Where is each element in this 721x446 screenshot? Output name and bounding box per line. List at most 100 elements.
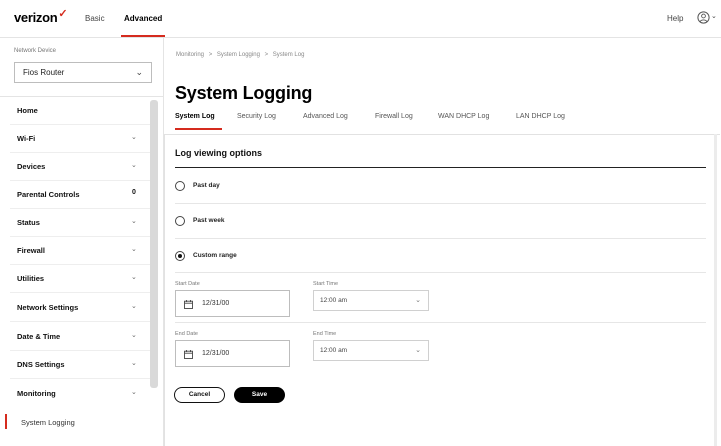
divider <box>175 167 706 168</box>
sidebar-item-label: Monitoring <box>17 389 56 398</box>
chevron-down-icon: ⌄ <box>131 332 137 339</box>
sidebar-item-label: DNS Settings <box>17 360 65 369</box>
sidebar-item-label: Utilities <box>17 274 45 283</box>
breadcrumb-separator: > <box>264 52 269 58</box>
sidebar-item-label: Home <box>17 106 38 115</box>
active-item-marker <box>5 414 7 429</box>
section-title: Log viewing options <box>175 148 262 158</box>
option-custom-range[interactable]: Custom range <box>175 239 706 273</box>
breadcrumb: Monitoring > System Logging > System Log <box>176 52 307 58</box>
tab-firewall-log[interactable]: Firewall Log <box>375 113 413 120</box>
divider <box>10 321 150 322</box>
chevron-down-icon: ⌄ <box>131 360 137 367</box>
active-tab-indicator <box>175 128 222 130</box>
sidebar-item-label: Network Settings <box>17 303 79 312</box>
sidebar-item-label: Parental Controls <box>17 190 80 199</box>
chevron-down-icon: ⌄ <box>131 389 137 396</box>
start-time-select[interactable]: 12:00 am ⌄ <box>313 290 429 311</box>
start-date-value: 12/31/00 <box>202 300 230 307</box>
tab-wan-dhcp-log[interactable]: WAN DHCP Log <box>438 113 489 120</box>
sidebar-item-label: Firewall <box>17 246 45 255</box>
sidebar-item-wifi[interactable]: Wi-Fi ⌄ <box>0 125 150 153</box>
end-date-field[interactable]: 12/31/00 <box>175 340 290 367</box>
start-time-value: 12:00 am <box>320 297 348 304</box>
end-time-label: End Time <box>313 331 337 337</box>
end-time-select[interactable]: 12:00 am ⌄ <box>313 340 429 361</box>
tab-system-log[interactable]: System Log <box>175 113 215 120</box>
sidebar-subitem-label: System Logging <box>21 418 75 427</box>
sidebar-item-date-time[interactable]: Date & Time ⌄ <box>0 323 150 351</box>
end-time-value: 12:00 am <box>320 347 348 354</box>
sidebar-item-parental-controls[interactable]: Parental Controls 0 <box>0 181 150 209</box>
end-date-value: 12/31/00 <box>202 350 230 357</box>
start-date-label: Start Date <box>175 281 200 287</box>
network-device-select[interactable]: Fios Router ⌄ <box>14 62 152 83</box>
divider <box>175 322 706 323</box>
breadcrumb-item[interactable]: Monitoring <box>176 52 204 58</box>
chevron-down-icon: ⌄ <box>131 303 137 310</box>
chevron-down-icon: ⌄ <box>135 67 143 77</box>
help-link[interactable]: Help <box>667 14 683 23</box>
tab-lan-dhcp-log[interactable]: LAN DHCP Log <box>516 113 565 120</box>
logo-text: verizon <box>14 10 58 25</box>
radio-past-week[interactable] <box>175 216 185 226</box>
top-bar: verizon✓ Basic Advanced Help ⌄ <box>0 0 721 38</box>
calendar-icon <box>184 350 193 359</box>
chevron-down-icon: ⌄ <box>131 218 137 225</box>
divider <box>10 292 150 293</box>
sidebar-item-label: Devices <box>17 162 46 171</box>
sidebar-item-home[interactable]: Home <box>0 97 150 125</box>
chevron-down-icon: ⌄ <box>131 162 137 169</box>
chevron-down-icon: ⌄ <box>415 347 421 354</box>
active-tab-indicator <box>121 35 165 37</box>
end-date-label: End Date <box>175 331 198 337</box>
chevron-down-icon[interactable]: ⌄ <box>711 12 717 20</box>
start-date-field[interactable]: 12/31/00 <box>175 290 290 317</box>
sidebar-scrollbar[interactable] <box>150 100 158 388</box>
sidebar-item-devices[interactable]: Devices ⌄ <box>0 153 150 181</box>
radio-custom-range[interactable] <box>175 251 185 261</box>
cancel-button[interactable]: Cancel <box>174 387 225 403</box>
sidebar-item-label: Date & Time <box>17 332 61 341</box>
sidebar-item-dns-settings[interactable]: DNS Settings ⌄ <box>0 351 150 379</box>
network-device-label: Network Device <box>14 48 57 54</box>
chevron-down-icon: ⌄ <box>131 246 137 253</box>
panel-edge <box>714 134 717 446</box>
sidebar-item-network-settings[interactable]: Network Settings ⌄ <box>0 294 150 322</box>
option-past-week[interactable]: Past week <box>175 204 706 238</box>
verizon-logo[interactable]: verizon✓ <box>14 8 68 25</box>
sidebar-item-utilities[interactable]: Utilities ⌄ <box>0 265 150 293</box>
tab-basic[interactable]: Basic <box>85 14 105 23</box>
divider <box>10 378 150 379</box>
tab-advanced[interactable]: Advanced <box>124 14 162 23</box>
chevron-down-icon: ⌄ <box>131 274 137 281</box>
count-badge: 0 <box>132 189 136 196</box>
breadcrumb-item[interactable]: System Logging <box>217 52 260 58</box>
option-label: Past day <box>193 182 220 189</box>
tab-security-log[interactable]: Security Log <box>237 113 276 120</box>
account-icon[interactable] <box>697 11 710 24</box>
sidebar: Network Device Fios Router ⌄ Home Wi-Fi … <box>0 38 164 446</box>
save-button[interactable]: Save <box>234 387 285 403</box>
network-device-value: Fios Router <box>23 68 65 77</box>
sidebar-item-label: Wi-Fi <box>17 134 36 143</box>
page-title: System Logging <box>175 83 313 103</box>
divider <box>175 272 706 273</box>
option-past-day[interactable]: Past day <box>175 169 706 203</box>
checkmark-icon: ✓ <box>58 8 68 20</box>
option-label: Custom range <box>193 252 237 259</box>
sidebar-item-label: Status <box>17 218 40 227</box>
chevron-down-icon: ⌄ <box>415 297 421 304</box>
calendar-icon <box>184 300 193 309</box>
sidebar-item-firewall[interactable]: Firewall ⌄ <box>0 237 150 265</box>
sidebar-item-status[interactable]: Status ⌄ <box>0 209 150 237</box>
chevron-down-icon: ⌄ <box>131 134 137 141</box>
tab-advanced-log[interactable]: Advanced Log <box>303 113 348 120</box>
radio-past-day[interactable] <box>175 181 185 191</box>
breadcrumb-current: System Log <box>272 52 305 58</box>
breadcrumb-separator: > <box>208 52 213 58</box>
option-label: Past week <box>193 217 225 224</box>
start-time-label: Start Time <box>313 281 339 287</box>
sidebar-subitem-system-logging[interactable]: System Logging <box>0 411 150 433</box>
sidebar-item-monitoring[interactable]: Monitoring ⌄ <box>0 380 150 408</box>
